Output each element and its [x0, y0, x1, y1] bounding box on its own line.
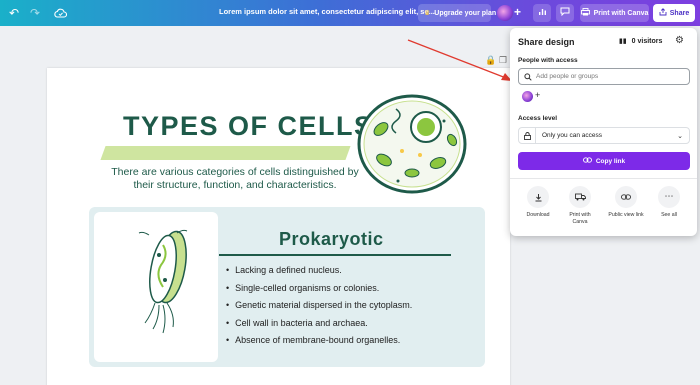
people-with-access-label: People with access: [518, 57, 578, 64]
cloud-sync-icon[interactable]: [52, 5, 68, 21]
chart-icon: [538, 7, 547, 19]
search-icon: [524, 68, 532, 86]
list-item: Genetic material dispersed in the cytopl…: [226, 300, 412, 318]
more-icon: ⋯: [658, 186, 680, 208]
lock-icon: [519, 128, 536, 143]
intro-text[interactable]: There are various categories of cells di…: [104, 166, 366, 192]
list-item: Lacking a defined nucleus.: [226, 265, 412, 283]
panel-title: Share design: [518, 37, 575, 47]
print-label: Print with Canva: [593, 9, 649, 17]
avatar[interactable]: [522, 91, 533, 102]
see-all-option[interactable]: ⋯ See all: [651, 186, 687, 219]
share-button[interactable]: Share: [653, 4, 695, 22]
page-title[interactable]: TYPES OF CELLS: [123, 111, 374, 142]
list-item: Absence of membrane-bound organelles.: [226, 335, 412, 353]
chart-icon: ▮▮: [619, 37, 627, 45]
option-label: Print with Canva: [569, 212, 591, 225]
divider: [510, 178, 697, 179]
link-icon: [582, 157, 592, 165]
insights-button[interactable]: [533, 4, 551, 22]
copy-link-label: Copy link: [595, 157, 626, 165]
card-title[interactable]: Prokaryotic: [279, 229, 384, 250]
link-icon: [615, 186, 637, 208]
access-level-select[interactable]: Only you can access ⌄: [518, 127, 690, 144]
upgrade-label: Upgrade your plan: [434, 9, 497, 17]
gear-icon[interactable]: ⚙: [675, 35, 684, 46]
add-people-input[interactable]: [536, 73, 686, 80]
top-toolbar: ↶ ↷ Lorem ipsum dolor sit amet, consecte…: [0, 0, 700, 26]
print-with-canva-option[interactable]: Print with Canva: [562, 186, 598, 225]
undo-icon[interactable]: ↶: [6, 5, 22, 21]
share-icon: [659, 8, 667, 18]
redo-icon[interactable]: ↷: [27, 5, 43, 21]
heading-highlight: [100, 146, 351, 160]
download-option[interactable]: Download: [520, 186, 556, 219]
truck-icon: [569, 186, 591, 208]
add-people-field[interactable]: [518, 68, 690, 85]
animal-cell-illustration[interactable]: [356, 93, 468, 195]
public-view-link-option[interactable]: Public view link: [606, 186, 646, 219]
annotation-arrow: [407, 39, 512, 81]
print-with-canva-button[interactable]: Print with Canva: [580, 4, 649, 22]
share-label: Share: [669, 9, 690, 17]
comments-button[interactable]: [556, 4, 574, 22]
access-level-label: Access level: [518, 115, 558, 122]
document-title[interactable]: Lorem ipsum dolor sit amet, consectetur …: [219, 7, 435, 16]
printer-icon: [580, 8, 590, 18]
option-label: Public view link: [608, 212, 644, 218]
download-icon: [527, 186, 549, 208]
upgrade-plan-button[interactable]: ♛ Upgrade your plan: [418, 4, 496, 22]
card-divider: [219, 254, 451, 256]
add-collaborator-button[interactable]: +: [514, 5, 521, 19]
share-design-panel: Share design ▮▮ 0 visitors ⚙ People with…: [510, 28, 697, 236]
list-item: Single-celled organisms or colonies.: [226, 283, 412, 301]
chevron-down-icon: ⌄: [677, 131, 683, 140]
option-label: See all: [661, 212, 677, 218]
crown-icon: ♛: [424, 9, 431, 17]
avatar[interactable]: [497, 5, 513, 21]
option-label: Download: [526, 212, 550, 218]
access-level-value: Only you can access: [542, 132, 602, 139]
bacterium-illustration: [138, 229, 188, 334]
copy-link-button[interactable]: Copy link: [518, 152, 690, 170]
bullet-list[interactable]: Lacking a defined nucleus. Single-celled…: [226, 265, 412, 353]
visitors-count[interactable]: ▮▮ 0 visitors: [619, 37, 662, 45]
add-person-icon[interactable]: +: [535, 90, 540, 100]
comment-icon: [560, 7, 570, 19]
list-item: Cell wall in bacteria and archaea.: [226, 318, 412, 336]
